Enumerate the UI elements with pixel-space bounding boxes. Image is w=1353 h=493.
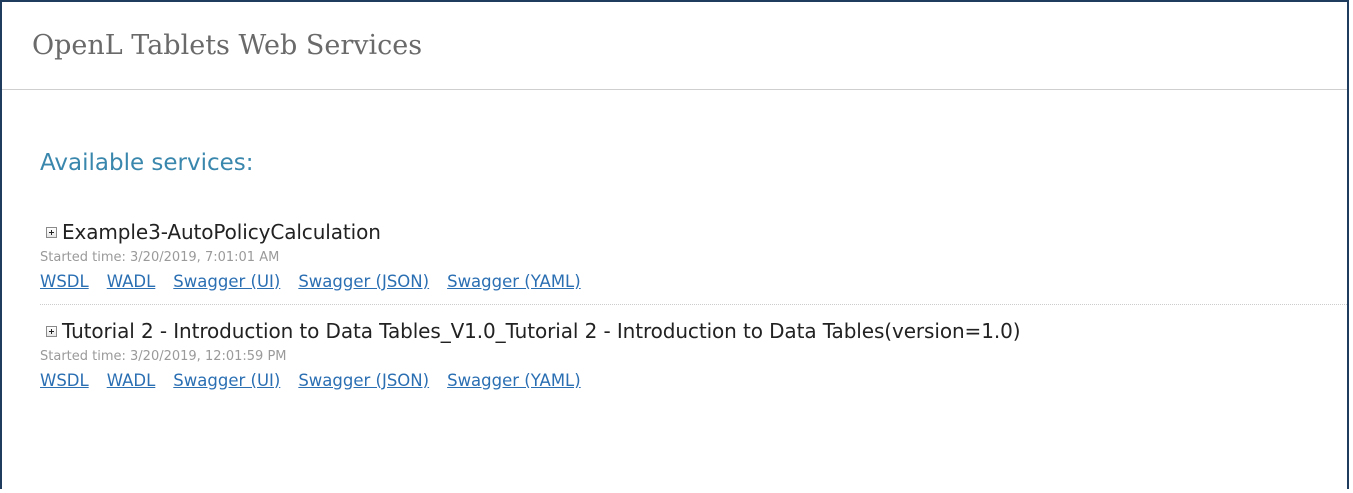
- wadl-link[interactable]: WADL: [107, 272, 156, 291]
- service-item: Example3-AutoPolicyCalculation Started t…: [40, 218, 1347, 294]
- expand-plus-icon[interactable]: [46, 226, 57, 238]
- service-item: Tutorial 2 - Introduction to Data Tables…: [40, 317, 1347, 393]
- service-divider: [40, 304, 1347, 305]
- service-links: WSDL WADL Swagger (UI) Swagger (JSON) Sw…: [40, 268, 1347, 294]
- swagger-yaml-link[interactable]: Swagger (YAML): [447, 272, 581, 291]
- service-list: Example3-AutoPolicyCalculation Started t…: [40, 218, 1347, 393]
- started-time: Started time: 3/20/2019, 7:01:01 AM: [40, 250, 280, 265]
- expand-plus-icon[interactable]: [46, 325, 57, 337]
- available-services-heading: Available services:: [40, 150, 254, 176]
- wsdl-link[interactable]: WSDL: [40, 272, 89, 291]
- header: OpenL Tablets Web Services: [2, 2, 1347, 90]
- swagger-ui-link[interactable]: Swagger (UI): [173, 272, 280, 291]
- main-content: Available services: Example3-AutoPolicyC…: [2, 90, 1347, 393]
- swagger-ui-link[interactable]: Swagger (UI): [173, 371, 280, 390]
- swagger-json-link[interactable]: Swagger (JSON): [298, 371, 429, 390]
- service-title-row: Example3-AutoPolicyCalculation: [40, 218, 1347, 246]
- service-name[interactable]: Tutorial 2 - Introduction to Data Tables…: [62, 319, 1021, 343]
- service-links: WSDL WADL Swagger (UI) Swagger (JSON) Sw…: [40, 367, 1347, 393]
- wadl-link[interactable]: WADL: [107, 371, 156, 390]
- service-name[interactable]: Example3-AutoPolicyCalculation: [62, 220, 381, 244]
- swagger-json-link[interactable]: Swagger (JSON): [298, 272, 429, 291]
- started-time: Started time: 3/20/2019, 12:01:59 PM: [40, 349, 287, 364]
- wsdl-link[interactable]: WSDL: [40, 371, 89, 390]
- app-title: OpenL Tablets Web Services: [32, 30, 423, 61]
- swagger-yaml-link[interactable]: Swagger (YAML): [447, 371, 581, 390]
- page-frame: OpenL Tablets Web Services Available ser…: [0, 0, 1349, 489]
- service-title-row: Tutorial 2 - Introduction to Data Tables…: [40, 317, 1347, 345]
